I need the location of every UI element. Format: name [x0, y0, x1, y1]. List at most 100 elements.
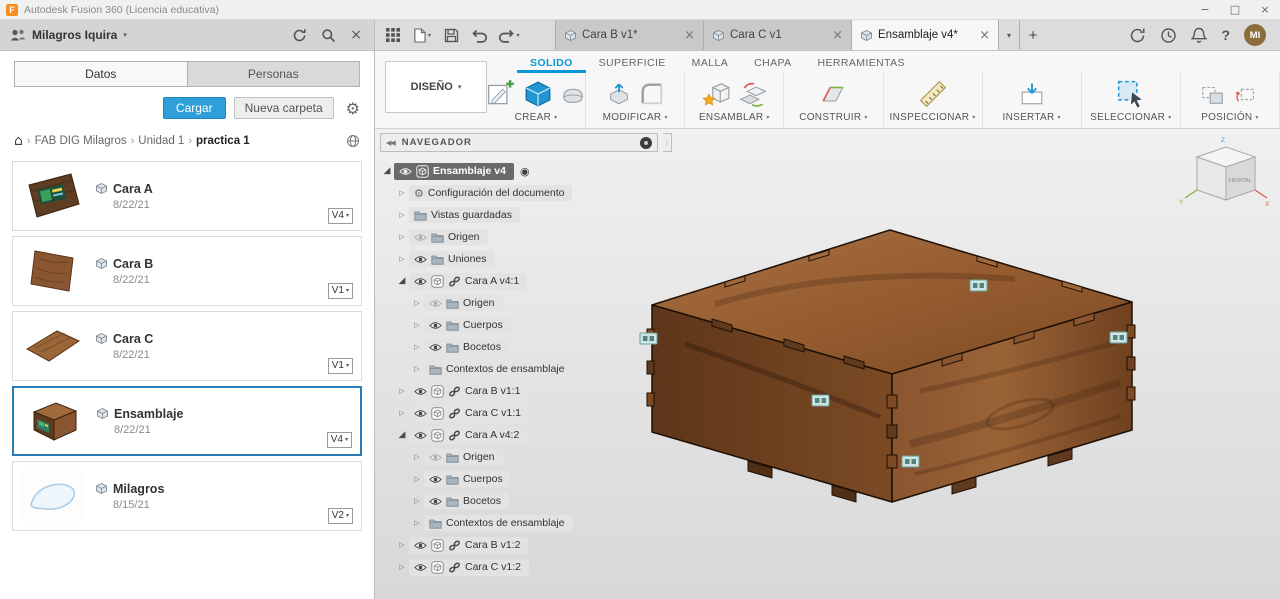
eye-icon[interactable]: [414, 387, 427, 396]
tree-item-label[interactable]: Cara A v4:1: [465, 275, 519, 287]
expand-collapsed-icon[interactable]: ▷: [410, 519, 424, 527]
tree-item-label[interactable]: Cara C v1:2: [465, 561, 521, 573]
insert-tool-icon[interactable]: [1019, 81, 1045, 107]
tree-item-label[interactable]: Origen: [463, 297, 495, 309]
eye-dim-icon[interactable]: [429, 453, 442, 462]
breadcrumb-item[interactable]: FAB DIG Milagros: [35, 135, 127, 147]
tree-row[interactable]: ◢ Cara A v4:1: [380, 271, 680, 291]
position-revert-tool-icon[interactable]: [1233, 81, 1259, 107]
save-icon[interactable]: [439, 23, 463, 47]
close-panel-icon[interactable]: ×: [350, 28, 362, 42]
tree-row[interactable]: ▷Cara C v1:1: [380, 403, 680, 423]
tree-row[interactable]: ▷ Cara B v1:1: [380, 381, 680, 401]
tree-item-label[interactable]: Contextos de ensamblaje: [446, 363, 565, 375]
document-tab[interactable]: Cara C v1×: [703, 20, 851, 50]
eye-dim-icon[interactable]: [429, 299, 442, 308]
ribbon-group-dropdown[interactable]: ENSAMBLAR▾: [699, 112, 770, 123]
undo-icon[interactable]: [468, 23, 492, 47]
ribbon-tab-solido[interactable]: SOLIDO: [517, 57, 586, 73]
tree-row[interactable]: ◢Ensamblaje v4◉: [380, 161, 680, 181]
maximize-button[interactable]: □: [1220, 0, 1250, 19]
expand-open-icon[interactable]: ◢: [380, 166, 394, 176]
eye-dim-icon[interactable]: [414, 233, 427, 242]
eye-icon[interactable]: [429, 497, 442, 506]
tree-item-label[interactable]: Cuerpos: [463, 473, 503, 485]
eye-icon[interactable]: [414, 255, 427, 264]
expand-collapsed-icon[interactable]: ▷: [395, 233, 409, 241]
notifications-bell-icon[interactable]: [1191, 27, 1207, 44]
tree-row[interactable]: ▷ Origen: [380, 227, 680, 247]
sketch-create-tool-icon[interactable]: [487, 79, 516, 109]
new-folder-button[interactable]: Nueva carpeta: [234, 97, 334, 119]
tree-item-label[interactable]: Origen: [463, 451, 495, 463]
expand-collapsed-icon[interactable]: ▷: [395, 189, 409, 197]
new-component-tool-icon[interactable]: [701, 79, 731, 109]
search-icon[interactable]: [321, 28, 336, 43]
expand-collapsed-icon[interactable]: ▷: [395, 387, 409, 395]
file-menu-icon[interactable]: ▾: [410, 23, 434, 47]
tree-row[interactable]: ▷Vistas guardadas: [380, 205, 680, 225]
data-panel-tab-personas[interactable]: Personas: [188, 61, 361, 87]
data-item-card[interactable]: Cara A8/22/21V4 ▾: [12, 161, 362, 231]
tree-row[interactable]: ▷Origen: [380, 447, 680, 467]
item-version-dropdown[interactable]: V4 ▾: [327, 432, 352, 448]
navigator-header[interactable]: ◀◀ NAVEGADOR: [380, 133, 658, 152]
tree-row[interactable]: ▷ Cuerpos: [380, 315, 680, 335]
breadcrumb-item[interactable]: Unidad 1: [138, 135, 184, 147]
globe-icon[interactable]: [346, 134, 360, 148]
tree-row[interactable]: ▷Cara B v1:2: [380, 535, 680, 555]
job-status-icon[interactable]: [1129, 27, 1146, 44]
form-shape-tool-icon[interactable]: [560, 81, 586, 107]
ribbon-tab-chapa[interactable]: CHAPA: [741, 57, 804, 73]
tree-row[interactable]: ▷⚙Configuración del documento: [380, 183, 680, 203]
data-panel-tab-datos[interactable]: Datos: [14, 61, 188, 87]
expand-collapsed-icon[interactable]: ▷: [410, 321, 424, 329]
user-dropdown[interactable]: Milagros Iquira: [32, 28, 117, 42]
extensions-clock-icon[interactable]: [1160, 27, 1177, 44]
viewport[interactable]: FRONTAL Y X Z ◀◀ NAVEGADOR ⋮ ◢Ensamblaje…: [375, 129, 1280, 599]
expand-collapsed-icon[interactable]: ▷: [395, 255, 409, 263]
refresh-icon[interactable]: [292, 28, 307, 43]
ribbon-group-dropdown[interactable]: MODIFICAR▾: [603, 112, 668, 123]
collapse-panel-icon[interactable]: ◀◀: [386, 139, 395, 147]
redo-icon[interactable]: ▾: [497, 23, 521, 47]
expand-collapsed-icon[interactable]: ▷: [395, 211, 409, 219]
item-version-dropdown[interactable]: V1 ▾: [328, 283, 353, 299]
plane-construct-tool-icon[interactable]: [820, 81, 846, 107]
tree-item-label[interactable]: Uniones: [448, 253, 487, 265]
tree-item-label[interactable]: Bocetos: [463, 341, 501, 353]
app-grid-icon[interactable]: [381, 23, 405, 47]
press-pull-tool-icon[interactable]: [606, 81, 632, 107]
tree-item-label[interactable]: Origen: [448, 231, 480, 243]
expand-collapsed-icon[interactable]: ▷: [410, 299, 424, 307]
tree-row[interactable]: ▷ Cuerpos: [380, 469, 680, 489]
expand-open-icon[interactable]: ◢: [395, 276, 409, 286]
document-tab[interactable]: Ensamblaje v4*×: [851, 20, 999, 50]
expand-collapsed-icon[interactable]: ▷: [410, 497, 424, 505]
tree-item-label[interactable]: Cara B v1:1: [465, 385, 520, 397]
item-version-dropdown[interactable]: V2 ▾: [328, 508, 353, 524]
tree-item-label[interactable]: Configuración del documento: [428, 187, 565, 199]
data-item-card[interactable]: Ensamblaje8/22/21V4 ▾: [12, 386, 362, 456]
tree-item-label[interactable]: Cara B v1:2: [465, 539, 520, 551]
expand-collapsed-icon[interactable]: ▷: [410, 475, 424, 483]
expand-collapsed-icon[interactable]: ▷: [410, 343, 424, 351]
ribbon-group-dropdown[interactable]: INSPECCIONAR▾: [890, 112, 976, 123]
user-avatar[interactable]: MI: [1244, 24, 1266, 46]
ribbon-group-dropdown[interactable]: INSERTAR▾: [1003, 112, 1061, 123]
upload-button[interactable]: Cargar: [163, 97, 226, 119]
fillet-tool-icon[interactable]: [639, 81, 665, 107]
position-capture-tool-icon[interactable]: [1200, 81, 1226, 107]
tree-row[interactable]: ▷ Bocetos: [380, 491, 680, 511]
eye-icon[interactable]: [414, 277, 427, 286]
tree-row[interactable]: ▷Cara C v1:2: [380, 557, 680, 577]
expand-collapsed-icon[interactable]: ▷: [410, 365, 424, 373]
settings-gear-icon[interactable]: ⚙: [346, 99, 360, 118]
help-icon[interactable]: ?: [1221, 28, 1230, 42]
close-button[interactable]: ×: [1250, 0, 1280, 19]
ribbon-tab-superficie[interactable]: SUPERFICIE: [586, 57, 679, 73]
tree-item-label[interactable]: Cuerpos: [463, 319, 503, 331]
tree-item-label[interactable]: Bocetos: [463, 495, 501, 507]
eye-icon[interactable]: [429, 475, 442, 484]
eye-icon[interactable]: [429, 343, 442, 352]
